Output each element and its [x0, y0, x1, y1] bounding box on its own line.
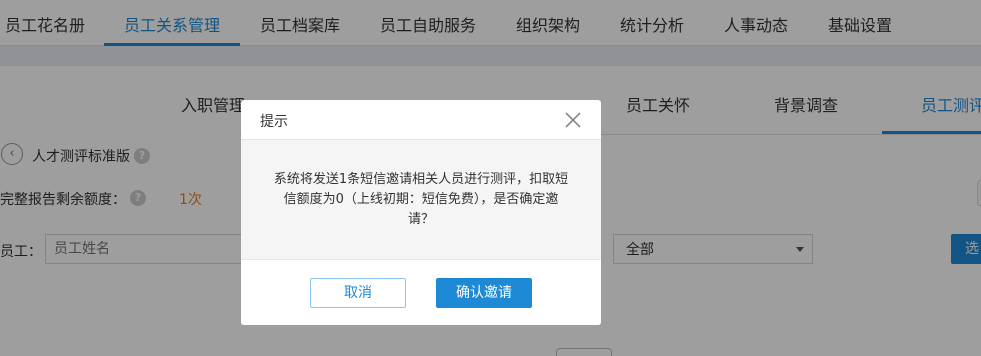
- confirm-dialog: 提示 系统将发送1条短信邀请相关人员进行测评，扣取短信额度为0（上线初期：短信免…: [241, 100, 601, 325]
- close-icon[interactable]: [564, 111, 582, 129]
- dialog-body: 系统将发送1条短信邀请相关人员进行测评，扣取短信额度为0（上线初期：短信免费），…: [241, 140, 601, 259]
- dialog-title: 提示: [260, 114, 288, 130]
- dialog-message: 系统将发送1条短信邀请相关人员进行测评，扣取短信额度为0（上线初期：短信免费），…: [273, 172, 569, 227]
- confirm-invite-button[interactable]: 确认邀请: [436, 278, 532, 308]
- dialog-header: 提示: [241, 100, 601, 140]
- cancel-button[interactable]: 取消: [310, 278, 406, 308]
- dialog-footer: 取消 确认邀请: [241, 259, 601, 325]
